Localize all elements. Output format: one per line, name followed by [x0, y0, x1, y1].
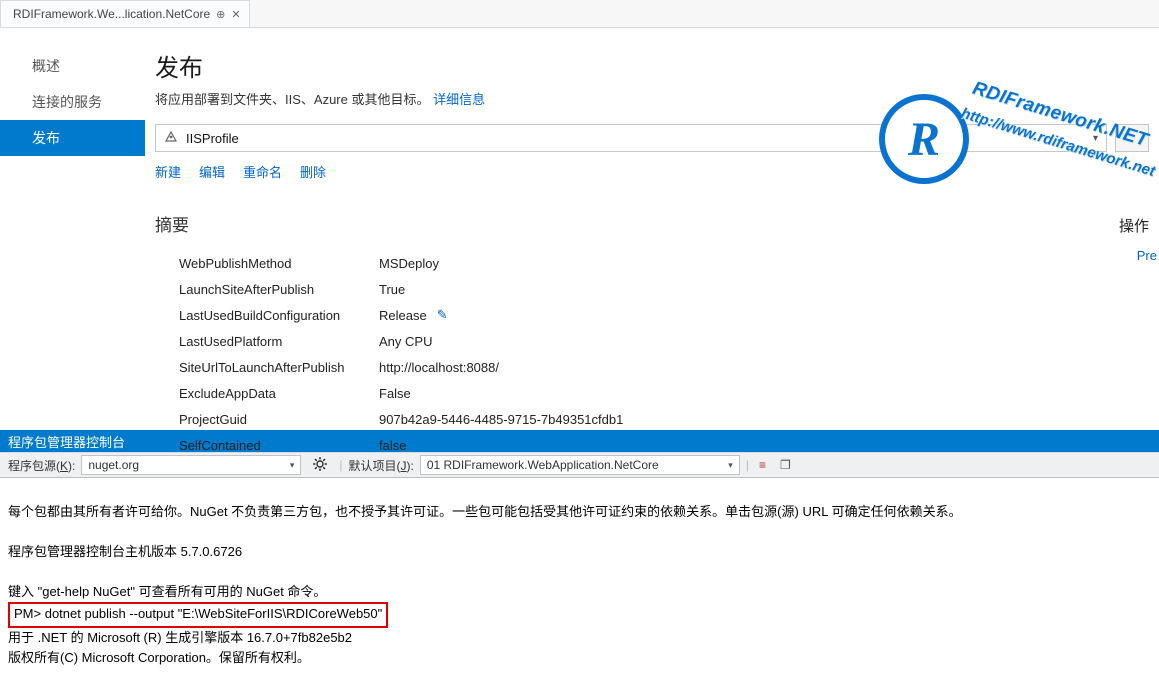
gear-icon[interactable]	[307, 457, 333, 474]
page-subtitle: 将应用部署到文件夹、IIS、Azure 或其他目标。 详细信息	[155, 89, 1149, 108]
delete-profile-link[interactable]: 删除	[300, 162, 326, 181]
kv-value: http://localhost:8088/	[379, 360, 499, 375]
console-line: 用于 .NET 的 Microsoft (R) 生成引擎版本 16.7.0+7f…	[8, 630, 352, 645]
kv-key: LaunchSiteAfterPublish	[179, 282, 379, 297]
pm-console-title: 程序包管理器控制台	[8, 432, 125, 451]
window-icon[interactable]: ❐	[776, 458, 795, 472]
operations-label: 操作	[1119, 215, 1149, 236]
chevron-down-icon: ▾	[290, 460, 295, 471]
sidebar-item-overview[interactable]: 概述	[0, 48, 145, 84]
kv-value: false	[379, 438, 406, 453]
kv-value-text: Release	[379, 308, 427, 323]
default-project-value: 01 RDIFramework.WebApplication.NetCore	[427, 458, 659, 472]
package-source-dropdown[interactable]: nuget.org ▾	[81, 455, 301, 475]
details-link[interactable]: 详细信息	[433, 92, 485, 107]
kv-key: SelfContained	[179, 438, 379, 453]
indent-icon[interactable]: ≡	[755, 458, 770, 472]
subtitle-text: 将应用部署到文件夹、IIS、Azure 或其他目标。	[155, 92, 429, 107]
console-prompt: PM>	[14, 606, 41, 621]
kv-value: True	[379, 282, 405, 297]
pin-icon[interactable]: ⊕	[216, 8, 225, 21]
edit-profile-link[interactable]: 编辑	[199, 162, 225, 181]
default-project-dropdown[interactable]: 01 RDIFramework.WebApplication.NetCore ▾	[420, 455, 740, 475]
publish-button[interactable]	[1115, 124, 1149, 152]
kv-value: Release ✎	[379, 307, 448, 323]
kv-key: ProjectGuid	[179, 412, 379, 427]
package-source-value: nuget.org	[88, 458, 139, 472]
profile-actions: 新建 编辑 重命名 删除	[155, 162, 1149, 181]
kv-key: ExcludeAppData	[179, 386, 379, 401]
pm-console-output[interactable]: 每个包都由其所有者许可给你。NuGet 不负责第三方包，也不授予其许可证。一些包…	[0, 478, 1159, 673]
package-source-label: 程序包源(K):	[8, 457, 75, 474]
close-icon[interactable]: ✕	[231, 8, 240, 21]
publish-pane: 概述 连接的服务 发布 发布 将应用部署到文件夹、IIS、Azure 或其他目标…	[0, 28, 1159, 430]
edit-pencil-icon[interactable]: ✎	[437, 307, 448, 323]
new-profile-link[interactable]: 新建	[155, 162, 181, 181]
publish-target-icon	[164, 130, 178, 147]
kv-key: WebPublishMethod	[179, 256, 379, 271]
chevron-down-icon: ▾	[728, 460, 733, 471]
kv-key: SiteUrlToLaunchAfterPublish	[179, 360, 379, 375]
profile-row: IISProfile ▾	[155, 124, 1149, 152]
console-command: dotnet publish --output "E:\WebSiteForII…	[45, 606, 383, 621]
summary-header: 摘要 操作	[155, 211, 1149, 236]
document-tab[interactable]: RDIFramework.We...lication.NetCore ⊕ ✕	[0, 0, 250, 27]
console-line: 键入 "get-help NuGet" 可查看所有可用的 NuGet 命令。	[8, 584, 326, 599]
publish-content: 发布 将应用部署到文件夹、IIS、Azure 或其他目标。 详细信息 IISPr…	[145, 28, 1159, 430]
kv-value: False	[379, 386, 411, 401]
page-title: 发布	[155, 48, 1149, 83]
kv-key: LastUsedBuildConfiguration	[179, 308, 379, 323]
tab-title: RDIFramework.We...lication.NetCore	[13, 7, 210, 21]
kv-key: LastUsedPlatform	[179, 334, 379, 349]
profile-dropdown[interactable]: IISProfile ▾	[155, 124, 1107, 152]
rename-profile-link[interactable]: 重命名	[243, 162, 282, 181]
preview-link[interactable]: Pre	[1137, 248, 1157, 263]
kv-value: 907b42a9-5446-4485-9715-7b49351cfdb1	[379, 412, 623, 427]
console-line: 程序包管理器控制台主机版本 5.7.0.6726	[8, 544, 242, 559]
chevron-down-icon: ▾	[1093, 133, 1098, 144]
sidebar-item-publish[interactable]: 发布	[0, 120, 145, 156]
kv-value: Any CPU	[379, 334, 432, 349]
summary-grid: WebPublishMethodMSDeploy LaunchSiteAfter…	[155, 250, 1149, 458]
sidebar-item-connected-services[interactable]: 连接的服务	[0, 84, 145, 120]
console-line: 每个包都由其所有者许可给你。NuGet 不负责第三方包，也不授予其许可证。一些包…	[8, 504, 962, 519]
sidebar: 概述 连接的服务 发布	[0, 28, 145, 430]
summary-title: 摘要	[155, 211, 189, 236]
default-project-label: 默认项目(J):	[348, 457, 413, 474]
document-tab-bar: RDIFramework.We...lication.NetCore ⊕ ✕	[0, 0, 1159, 28]
console-line: 版权所有(C) Microsoft Corporation。保留所有权利。	[8, 650, 310, 665]
profile-value: IISProfile	[186, 131, 239, 146]
kv-value: MSDeploy	[379, 256, 439, 271]
